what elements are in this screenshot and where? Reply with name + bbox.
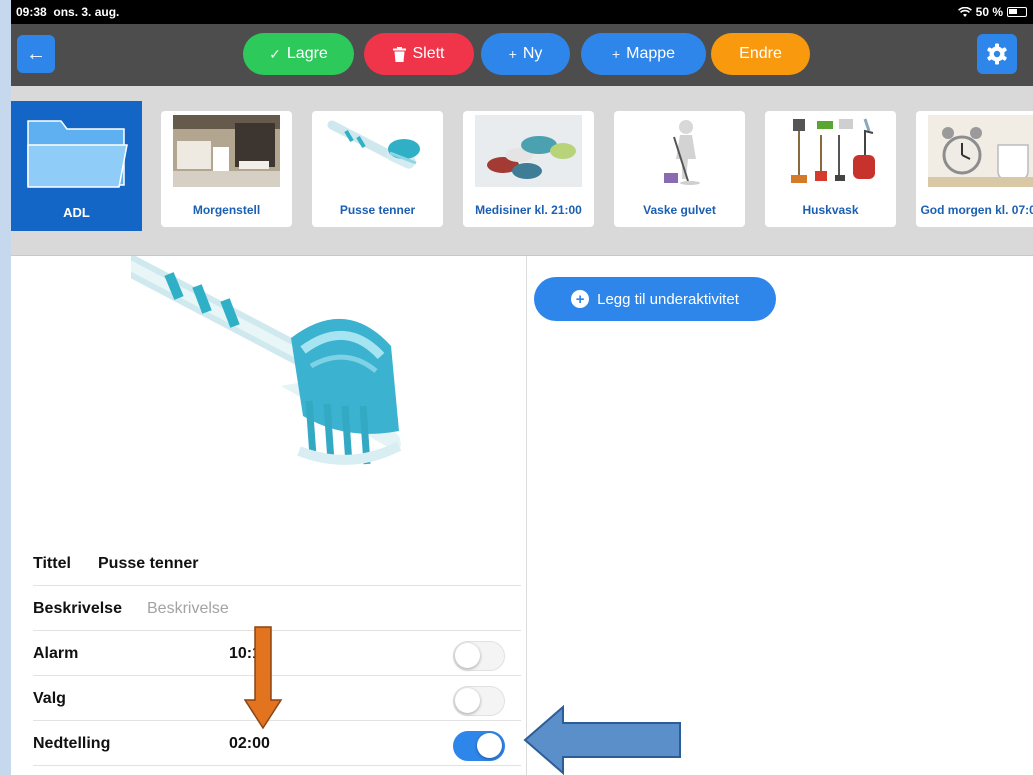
activity-card[interactable]: Morgenstell — [161, 111, 292, 227]
activity-card[interactable]: Medisiner kl. 21:00 — [463, 111, 594, 227]
back-button[interactable]: ← — [17, 35, 55, 73]
alarm-toggle[interactable] — [453, 641, 505, 671]
alarm-label: Alarm — [33, 645, 79, 662]
bathroom-image — [173, 115, 280, 187]
annotation-down-arrow — [243, 626, 283, 730]
toggle-knob — [455, 688, 480, 713]
status-time: 09:38 ons. 3. aug. — [16, 5, 120, 19]
save-button[interactable]: ✓ Lagre — [243, 33, 354, 75]
toothbrush-image — [324, 115, 431, 187]
add-subactivity-label: Legg til underaktivitet — [597, 290, 739, 308]
battery-icon — [1007, 7, 1027, 17]
description-row[interactable]: Beskrivelse Beskrivelse — [33, 586, 521, 631]
plus-circle-icon: + — [571, 290, 590, 308]
countdown-toggle[interactable] — [453, 731, 505, 761]
edit-label: Endre — [739, 45, 782, 62]
delete-button[interactable]: Slett — [364, 33, 474, 75]
folder-label: Mappe — [626, 45, 676, 62]
activity-label: Medisiner kl. 21:00 — [475, 203, 582, 217]
folder-icon — [27, 120, 128, 188]
activity-strip: ADL Morgenstell Pusse tenner Medisiner k… — [11, 86, 1033, 256]
alarm-clock-image — [928, 115, 1033, 187]
toggle-knob — [455, 643, 480, 668]
activity-label: Vaske gulvet — [643, 203, 716, 217]
activity-card[interactable]: God morgen kl. 07:00 — [916, 111, 1033, 227]
app-screen: 09:38 ons. 3. aug. 50 % ← ✓ Lagre Slett +… — [11, 0, 1033, 775]
choice-toggle[interactable] — [453, 686, 505, 716]
battery-percent: 50 % — [975, 5, 1003, 19]
cleaning-tools-image — [777, 115, 884, 187]
folder-label: ADL — [63, 205, 90, 220]
new-label: Ny — [522, 45, 543, 62]
countdown-label: Nedtelling — [33, 735, 111, 752]
status-bar: 09:38 ons. 3. aug. 50 % — [11, 0, 1033, 24]
description-label: Beskrivelse — [33, 600, 122, 617]
gear-icon — [987, 43, 1007, 65]
panel-divider — [526, 256, 527, 775]
activity-label: Pusse tenner — [339, 203, 416, 217]
plus-icon: + — [508, 46, 517, 62]
activity-card[interactable]: Pusse tenner — [312, 111, 443, 227]
new-button[interactable]: + Ny — [481, 33, 570, 75]
choice-label: Valg — [33, 690, 66, 707]
title-label: Tittel — [33, 555, 71, 572]
new-folder-button[interactable]: + Mappe — [581, 33, 706, 75]
activity-card[interactable]: Vaske gulvet — [614, 111, 745, 227]
title-row[interactable]: Tittel Pusse tenner — [33, 541, 521, 586]
description-field[interactable]: Beskrivelse — [147, 600, 229, 618]
activity-card[interactable]: Huskvask — [765, 111, 896, 227]
activity-label: Huskvask — [802, 203, 859, 217]
toolbar: ← ✓ Lagre Slett + Ny + Mappe Endre — [11, 24, 1033, 86]
plus-icon: + — [611, 46, 621, 62]
settings-button[interactable] — [977, 34, 1017, 74]
arrow-left-icon: ← — [26, 42, 46, 65]
toothbrush-hero-image — [131, 256, 406, 471]
checkmark-icon: ✓ — [269, 45, 281, 62]
pills-image — [475, 115, 582, 187]
wifi-icon — [957, 6, 972, 17]
countdown-time[interactable]: 02:00 — [229, 735, 270, 753]
status-right: 50 % — [957, 5, 1027, 19]
delete-label: Slett — [412, 45, 445, 62]
title-field[interactable]: Pusse tenner — [98, 555, 198, 573]
toggle-knob — [477, 733, 502, 758]
activity-label: God morgen kl. 07:00 — [920, 203, 1033, 217]
add-subactivity-button[interactable]: + Legg til underaktivitet — [534, 277, 776, 321]
folder-tile-adl[interactable]: ADL — [11, 101, 142, 231]
annotation-left-arrow — [523, 705, 681, 775]
activity-label: Morgenstell — [192, 203, 261, 217]
edit-button[interactable]: Endre — [711, 33, 810, 75]
save-label: Lagre — [286, 45, 328, 62]
mopping-image — [626, 115, 733, 187]
trash-icon — [393, 46, 407, 62]
